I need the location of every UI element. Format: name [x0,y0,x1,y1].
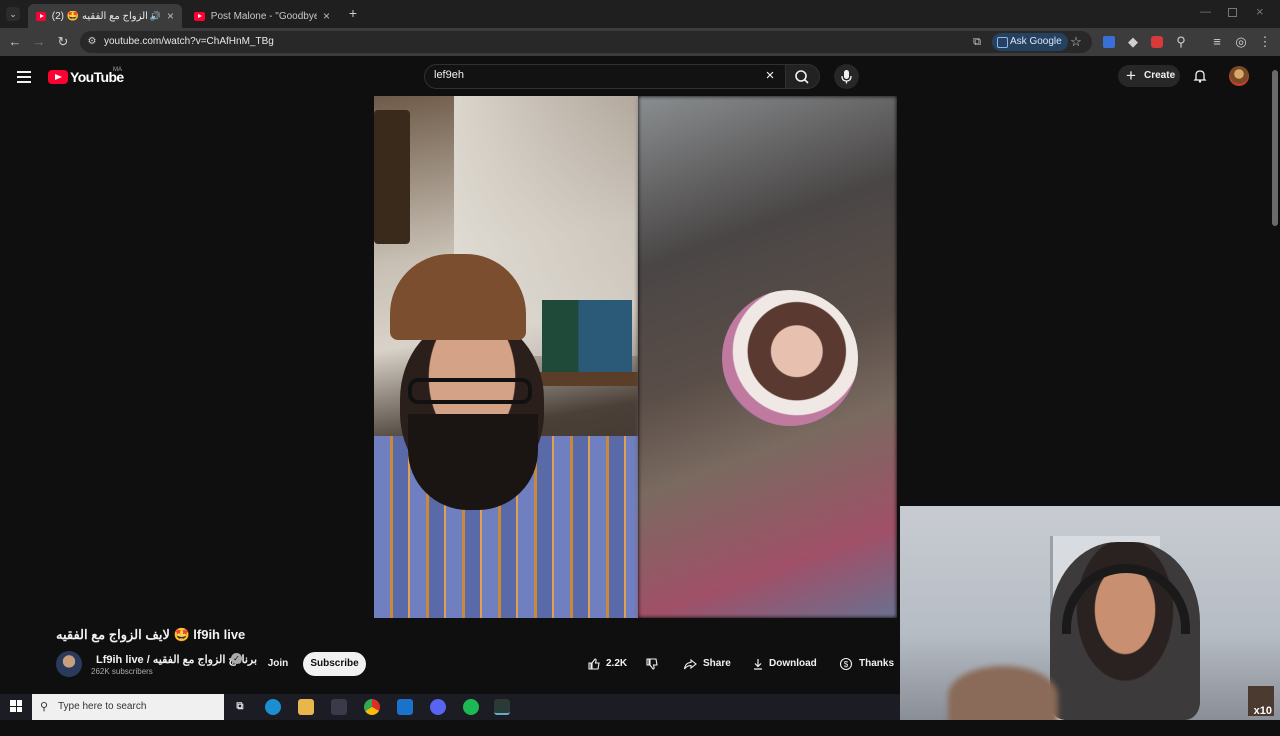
media-controls-icon[interactable]: ≡ [1209,34,1225,50]
svg-text:$: $ [844,660,849,669]
download-button[interactable]: Download [769,652,817,676]
scrollbar-thumb[interactable] [1272,70,1278,226]
search-input[interactable] [434,69,734,81]
taskbar-search-icon: ⚲ [40,701,49,713]
country-code: MA [113,67,122,73]
create-button[interactable]: Create [1118,65,1180,87]
join-button[interactable]: Join [258,652,298,676]
tab-video-live[interactable]: (2) 🤩 لايف الزواج مع الفقيه 🔊 × [28,4,182,28]
windows-start-icon[interactable] [10,700,22,712]
close-icon[interactable]: × [167,9,174,23]
close-icon[interactable]: × [323,9,330,23]
site-info-icon[interactable]: ⚙ [84,34,100,50]
extension-red-icon[interactable] [1151,36,1163,48]
tab-post-malone[interactable]: Post Malone - "Goodbyes" ft. Yo × [186,4,338,28]
video-player[interactable] [374,96,897,618]
bookmark-star-icon[interactable]: ☆ [1068,34,1084,50]
microphone-icon [841,70,852,84]
taskbar-search-placeholder[interactable]: Type here to search [58,701,146,712]
clear-search-icon[interactable]: × [762,68,778,84]
microsoft-store-icon[interactable] [331,699,347,715]
subscriber-count: 262K subscribers [91,667,153,676]
caller-profile-picture [722,290,858,426]
url-text[interactable]: youtube.com/watch?v=ChAfHnM_TBg [104,36,274,47]
menu-dots-icon[interactable]: ⋮ [1257,34,1273,50]
video-title: لايف الزواج مع الفقيه 🤩 lf9ih live [56,627,246,642]
chrome-icon[interactable] [364,699,380,715]
share-button[interactable]: Share [703,652,731,676]
dislike-thumb-icon[interactable] [645,657,659,671]
install-app-icon[interactable]: ⧉ [969,34,985,50]
thanks-button[interactable]: Thanks [859,652,894,676]
like-thumb-icon[interactable] [587,657,601,671]
subscribe-button[interactable]: Subscribe [303,652,366,676]
youtube-favicon-icon [36,11,46,21]
tab-title: (2) 🤩 لايف الزواج مع الفقيه [51,10,148,22]
account-avatar[interactable] [1229,66,1249,86]
browser-tab-bar: ⌄ (2) 🤩 لايف الزواج مع الفقيه 🔊 × Post M… [0,0,1280,28]
webcam-hand [948,666,1058,720]
obs-icon[interactable] [494,699,510,715]
back-arrow-icon[interactable]: ← [7,34,23,50]
discord-icon[interactable] [430,699,446,715]
reload-icon[interactable]: ↻ [55,34,71,50]
extensions-puzzle-icon[interactable]: ⚲ [1173,34,1189,50]
minimize-button[interactable]: — [1200,6,1211,18]
tab-title: Post Malone - "Goodbyes" ft. Yo [210,10,317,22]
profile-icon[interactable]: ◎ [1233,34,1249,50]
notifications-bell-icon[interactable] [1192,68,1208,84]
new-tab-button[interactable]: + [346,5,360,21]
youtube-logo-icon[interactable] [48,70,68,84]
tab-search-icon[interactable]: ⌄ [6,7,20,21]
video-left-feed [374,96,638,618]
search-icon [795,70,809,84]
verified-check-icon: ✓ [231,653,242,664]
voice-search-button[interactable] [834,64,859,89]
bookshelf-books [542,300,632,372]
streamer-webcam-overlay [900,506,1280,720]
host-glasses [408,378,532,404]
outlook-icon[interactable] [397,699,413,715]
forward-arrow-icon[interactable]: → [31,34,47,50]
share-arrow-icon[interactable] [683,657,697,671]
audio-playing-icon[interactable]: 🔊 [150,11,161,22]
like-count[interactable]: 2.2K [606,652,627,676]
maximize-button[interactable] [1228,8,1237,17]
close-window-button[interactable]: × [1256,4,1264,19]
translate-extension-icon[interactable] [1103,36,1115,48]
extension-diamond-icon[interactable]: ◆ [1125,34,1141,50]
download-icon[interactable] [751,657,765,671]
edge-browser-icon[interactable] [265,699,281,715]
webcam-badge: x10 [1248,686,1274,717]
youtube-favicon-icon [194,11,205,21]
search-button[interactable] [786,64,820,89]
wall-clock [374,110,410,244]
spotify-icon[interactable] [463,699,479,715]
file-explorer-icon[interactable] [298,699,314,715]
task-view-icon[interactable]: ⧉ [232,699,248,715]
channel-avatar[interactable] [56,651,82,677]
thanks-icon[interactable]: $ [839,657,853,671]
ask-google-button[interactable]: Ask Google [992,33,1068,51]
